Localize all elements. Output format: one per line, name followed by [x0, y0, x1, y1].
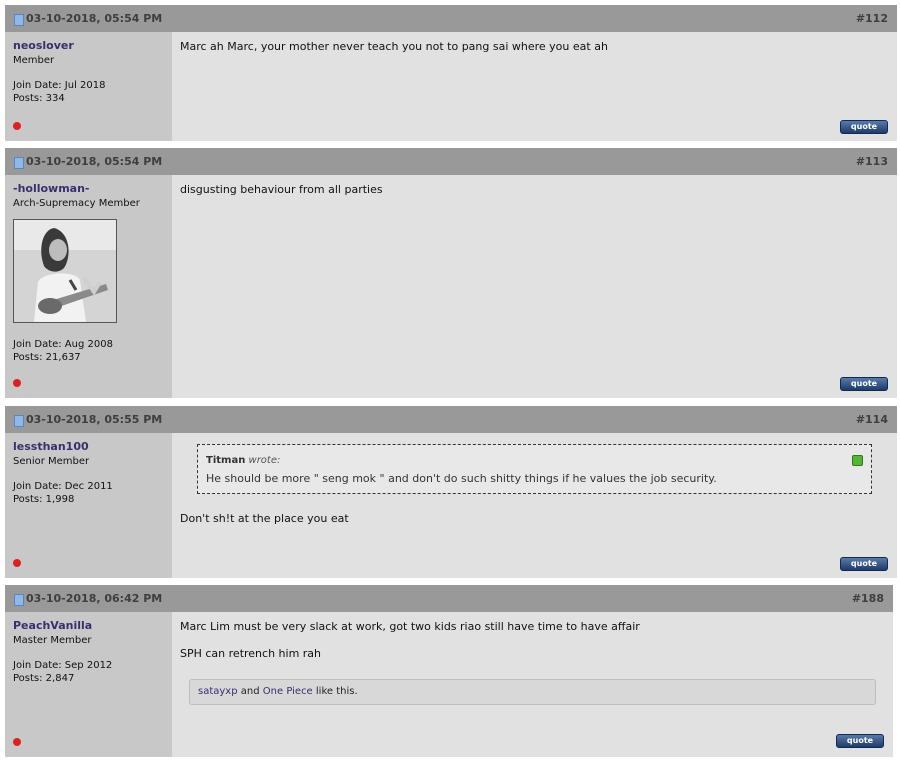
post-header: 03-10-2018, 05:55 PM #114	[5, 406, 897, 433]
post-body: PeachVanilla Master Member Join Date: Se…	[5, 612, 893, 757]
post-number-link[interactable]: #188	[852, 592, 884, 605]
post-body: lessthan100 Senior Member Join Date: Dec…	[5, 433, 897, 578]
message-area: Marc ah Marc, your mother never teach yo…	[172, 32, 897, 141]
quote-author: Titman wrote:	[206, 455, 280, 466]
user-info: neoslover Member Join Date: Jul 2018 Pos…	[5, 32, 172, 141]
post-date: 03-10-2018, 05:54 PM	[26, 12, 163, 25]
post-number-link[interactable]: #112	[856, 12, 888, 25]
post-document-icon	[14, 415, 24, 427]
quote-button[interactable]: quote	[840, 120, 888, 134]
post: 03-10-2018, 06:42 PM #188 PeachVanilla M…	[5, 585, 893, 757]
username-link[interactable]: lessthan100	[13, 440, 89, 453]
likes-conjunction: and	[240, 686, 260, 697]
post-number-link[interactable]: #113	[856, 155, 888, 168]
user-info: -hollowman- Arch-Supremacy Member Join D…	[5, 175, 172, 398]
message-area: disgusting behaviour from all parties qu…	[172, 175, 897, 398]
avatar-image	[14, 220, 116, 322]
offline-status-icon	[13, 559, 21, 567]
post-header: 03-10-2018, 05:54 PM #113	[5, 148, 897, 175]
offline-status-icon	[13, 738, 21, 746]
likes-text: satayxp and One Piece like this.	[198, 686, 358, 697]
user-rank: Arch-Supremacy Member	[13, 198, 140, 209]
user-rank: Senior Member	[13, 456, 90, 467]
quote-author-name: Titman	[206, 455, 246, 466]
message-area: Titman wrote: He should be more " seng m…	[172, 433, 897, 578]
message-text: Marc ah Marc, your mother never teach yo…	[180, 40, 608, 53]
post-count: Posts: 21,637	[13, 352, 81, 363]
offline-status-icon	[13, 122, 21, 130]
quote-button[interactable]: quote	[836, 734, 884, 748]
post-document-icon	[14, 594, 24, 606]
post-date: 03-10-2018, 06:42 PM	[26, 592, 163, 605]
post-number-link[interactable]: #114	[856, 413, 888, 426]
user-info: PeachVanilla Master Member Join Date: Se…	[5, 612, 172, 757]
quote-text: He should be more " seng mok " and don't…	[206, 472, 717, 485]
offline-status-icon	[13, 379, 21, 387]
join-date: Join Date: Jul 2018	[13, 80, 106, 91]
quote-block: Titman wrote: He should be more " seng m…	[197, 444, 872, 494]
username-link[interactable]: neoslover	[13, 39, 74, 52]
post: 03-10-2018, 05:54 PM #113 -hollowman- Ar…	[5, 148, 897, 398]
join-date: Join Date: Sep 2012	[13, 660, 113, 671]
post: 03-10-2018, 05:54 PM #112 neoslover Memb…	[5, 5, 897, 141]
like-user-link[interactable]: One Piece	[263, 686, 313, 697]
post-header: 03-10-2018, 06:42 PM #188	[5, 585, 893, 612]
join-date: Join Date: Aug 2008	[13, 339, 113, 350]
user-info: lessthan100 Senior Member Join Date: Dec…	[5, 433, 172, 578]
message-text: Don't sh!t at the place you eat	[180, 512, 349, 525]
post-date: 03-10-2018, 05:54 PM	[26, 155, 163, 168]
post-count: Posts: 334	[13, 93, 65, 104]
username-link[interactable]: PeachVanilla	[13, 619, 92, 632]
quote-button[interactable]: quote	[840, 377, 888, 391]
user-rank: Master Member	[13, 635, 92, 646]
message-text: disgusting behaviour from all parties	[180, 183, 383, 196]
post-document-icon	[14, 157, 24, 169]
post-date: 03-10-2018, 05:55 PM	[26, 413, 163, 426]
join-date: Join Date: Dec 2011	[13, 481, 113, 492]
post: 03-10-2018, 05:55 PM #114 lessthan100 Se…	[5, 406, 897, 578]
post-document-icon	[14, 14, 24, 26]
message-area: Marc Lim must be very slack at work, got…	[172, 612, 893, 757]
message-text: Marc Lim must be very slack at work, got…	[180, 620, 640, 633]
username-link[interactable]: -hollowman-	[13, 182, 90, 195]
user-avatar[interactable]	[13, 219, 117, 323]
message-text: SPH can retrench him rah	[180, 647, 322, 660]
likes-box: satayxp and One Piece like this.	[189, 679, 876, 705]
post-body: -hollowman- Arch-Supremacy Member Join D…	[5, 175, 897, 398]
view-post-icon[interactable]	[852, 455, 863, 466]
like-user-link[interactable]: satayxp	[198, 686, 238, 697]
post-body: neoslover Member Join Date: Jul 2018 Pos…	[5, 32, 897, 141]
post-count: Posts: 2,847	[13, 673, 75, 684]
post-count: Posts: 1,998	[13, 494, 75, 505]
user-rank: Member	[13, 55, 55, 66]
likes-suffix: like this.	[315, 686, 358, 697]
quote-wrote-label: wrote:	[248, 455, 281, 466]
post-header: 03-10-2018, 05:54 PM #112	[5, 5, 897, 32]
quote-button[interactable]: quote	[840, 557, 888, 571]
